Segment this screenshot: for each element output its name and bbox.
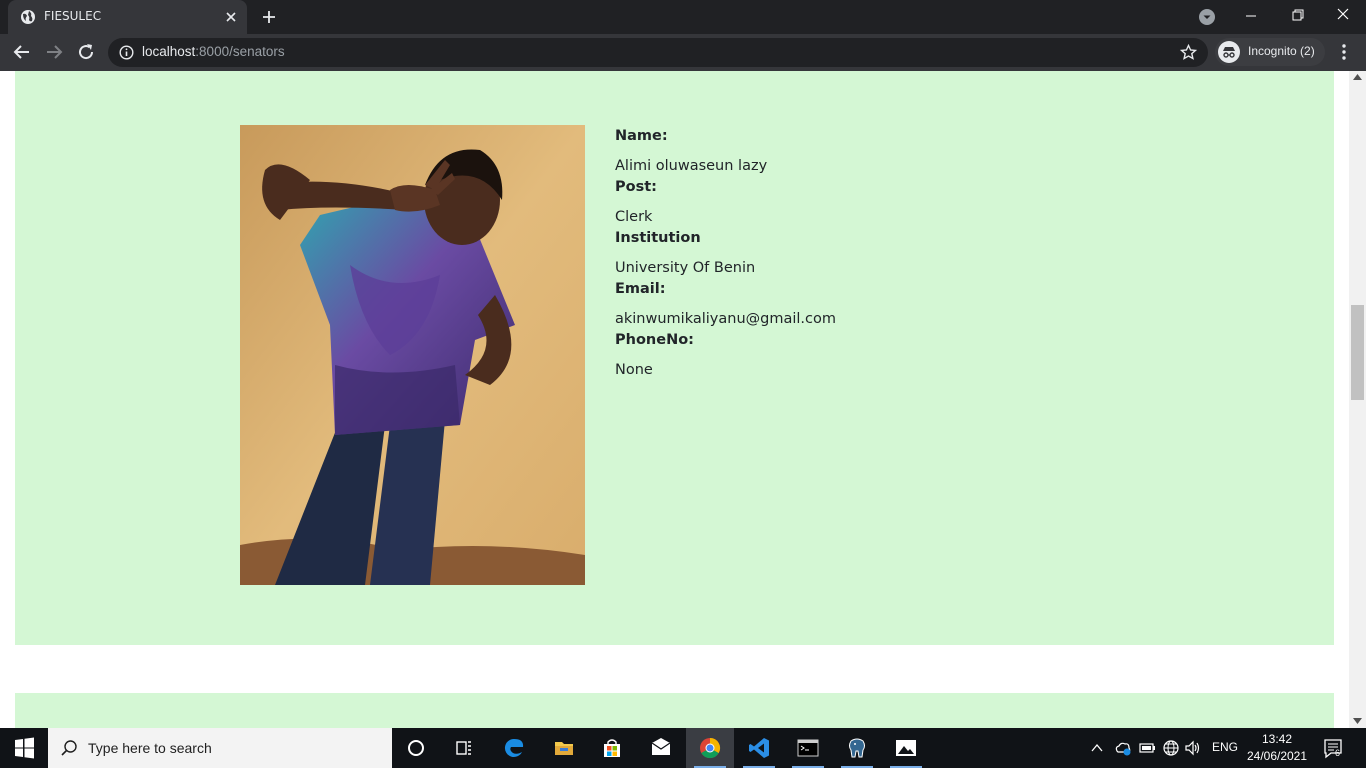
new-tab-icon[interactable]: [260, 8, 278, 26]
page-scrollbar[interactable]: [1349, 71, 1366, 728]
email-value: akinwumikaliyanu@gmail.com: [615, 311, 836, 327]
task-view-icon: [456, 741, 471, 755]
url-text[interactable]: localhost:8000/senators: [142, 44, 285, 59]
taskbar: Type here to search ENG 13:42 24/06/2021…: [0, 728, 1366, 768]
reload-icon[interactable]: [74, 40, 98, 64]
incognito-label: Incognito (2): [1248, 44, 1315, 58]
folder-icon: [555, 742, 573, 755]
vscode-icon: [749, 738, 769, 758]
globe-icon: [21, 10, 35, 24]
browser-toolbar: localhost:8000/senators Incognito (2): [0, 34, 1366, 71]
phone-value: None: [615, 362, 653, 378]
volume-icon[interactable]: [1184, 739, 1202, 757]
senator-photo: [240, 125, 585, 585]
incognito-icon: [1218, 41, 1240, 63]
file-explorer-button[interactable]: [540, 728, 588, 768]
terminal-icon: [797, 739, 819, 757]
browser-tab[interactable]: FIESULEC: [8, 0, 247, 34]
store-icon: [604, 739, 620, 757]
clock-time: 13:42: [1261, 732, 1293, 746]
post-value: Clerk: [615, 209, 653, 225]
edge-button[interactable]: [490, 728, 538, 768]
mail-button[interactable]: [637, 728, 685, 768]
close-tab-icon[interactable]: [223, 9, 239, 25]
chrome-icon: [700, 737, 721, 759]
scroll-down-arrow-icon[interactable]: [1353, 718, 1362, 724]
page-viewport: Name: Alimi oluwaseun lazy Post: Clerk I…: [0, 71, 1366, 728]
cortana-icon: [408, 740, 424, 756]
tab-search-icon[interactable]: [1198, 8, 1216, 26]
cortana-button[interactable]: [392, 728, 440, 768]
postgres-elephant-icon: [849, 738, 865, 758]
institution-value: University Of Benin: [615, 260, 756, 276]
senator-card: Name: Alimi oluwaseun lazy Post: Clerk I…: [15, 71, 1334, 645]
scroll-up-arrow-icon[interactable]: [1353, 74, 1362, 80]
language-indicator[interactable]: ENG: [1212, 740, 1238, 754]
senator-card-next: [15, 693, 1334, 728]
incognito-profile-button[interactable]: Incognito (2): [1215, 38, 1325, 66]
minimize-icon[interactable]: [1228, 0, 1274, 32]
edge-icon: [504, 738, 524, 757]
scrollbar-thumb[interactable]: [1351, 305, 1364, 400]
url-host: localhost: [142, 44, 196, 59]
search-placeholder: Type here to search: [88, 740, 212, 756]
chrome-button[interactable]: [686, 728, 734, 768]
back-arrow-icon[interactable]: [10, 40, 34, 64]
photos-button[interactable]: [882, 728, 930, 768]
address-bar[interactable]: localhost:8000/senators: [108, 38, 1208, 67]
notification-count: 6: [1335, 748, 1341, 758]
forward-arrow-icon[interactable]: [42, 40, 66, 64]
restore-icon[interactable]: [1274, 0, 1320, 32]
browser-titlebar: FIESULEC: [0, 0, 1366, 34]
email-label: Email:: [615, 281, 666, 297]
mail-icon: [651, 738, 671, 755]
tray-chevron-up-icon[interactable]: [1090, 741, 1104, 755]
clock-date: 24/06/2021: [1246, 749, 1308, 763]
post-label: Post:: [615, 179, 657, 195]
windows-start-icon[interactable]: [0, 728, 48, 768]
pgadmin-button[interactable]: [833, 728, 881, 768]
onedrive-sync-icon[interactable]: [1114, 740, 1132, 756]
more-menu-icon[interactable]: [1336, 42, 1352, 62]
search-icon: [61, 740, 77, 756]
name-value: Alimi oluwaseun lazy: [615, 158, 768, 174]
action-center-icon[interactable]: [1322, 738, 1346, 760]
battery-icon[interactable]: [1138, 740, 1156, 756]
url-path: :8000/senators: [195, 44, 285, 59]
name-label: Name:: [615, 128, 668, 144]
window-close-icon[interactable]: [1320, 0, 1366, 32]
taskbar-search-box[interactable]: Type here to search: [48, 728, 392, 768]
photos-icon: [896, 740, 916, 756]
institution-label: Institution: [615, 230, 701, 246]
task-view-button[interactable]: [440, 728, 488, 768]
info-icon[interactable]: [119, 45, 134, 60]
bookmark-star-icon[interactable]: [1180, 44, 1197, 61]
senator-info: Name: Alimi oluwaseun lazy Post: Clerk I…: [615, 126, 836, 381]
tab-title: FIESULEC: [44, 9, 102, 23]
store-button[interactable]: [588, 728, 636, 768]
terminal-button[interactable]: [784, 728, 832, 768]
network-globe-icon[interactable]: [1162, 739, 1180, 757]
senator-photo-image: [240, 125, 585, 585]
phone-label: PhoneNo:: [615, 332, 694, 348]
vscode-button[interactable]: [735, 728, 783, 768]
clock[interactable]: 13:42 24/06/2021: [1244, 731, 1310, 765]
